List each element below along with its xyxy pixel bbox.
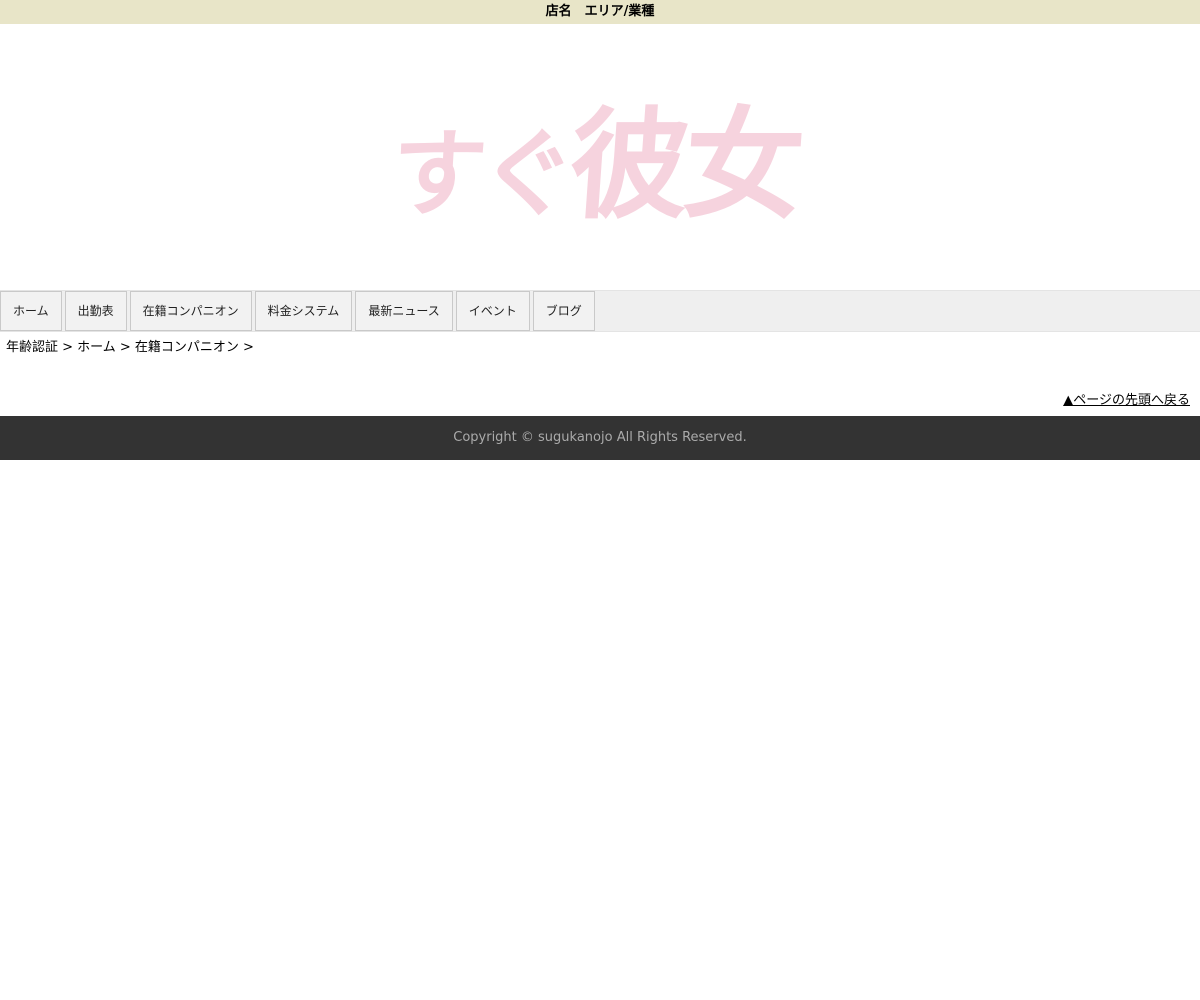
page-top-link[interactable]: ▲ページの先頭へ戻る bbox=[1063, 393, 1190, 408]
nav-item-home[interactable]: ホーム bbox=[0, 291, 62, 331]
nav-item-pricing[interactable]: 料金システム bbox=[254, 291, 353, 331]
site-logo[interactable]: すぐ彼女 bbox=[387, 92, 837, 242]
footer: Copyright © sugukanojo All Rights Reserv… bbox=[0, 416, 1200, 460]
nav-item-schedule[interactable]: 出勤表 bbox=[64, 291, 127, 331]
breadcrumb-text[interactable]: 年齢認証 > ホーム > 在籍コンパニオン > bbox=[6, 340, 254, 355]
breadcrumb: 年齢認証 > ホーム > 在籍コンパニオン > bbox=[0, 332, 1200, 360]
main-nav: ホーム 出勤表 在籍コンパニオン 料金システム 最新ニュース イベント ブログ bbox=[0, 290, 1200, 332]
nav-item-news[interactable]: 最新ニュース bbox=[355, 291, 453, 331]
nav-item-events[interactable]: イベント bbox=[455, 291, 530, 331]
top-info-bar: 店名 エリア/業種 bbox=[0, 0, 1200, 24]
logo-area: すぐ彼女 bbox=[0, 24, 1200, 290]
page-top-row: ▲ページの先頭へ戻る bbox=[1063, 389, 1190, 408]
nav-item-blog[interactable]: ブログ bbox=[532, 291, 595, 331]
nav-item-companions[interactable]: 在籍コンパニオン bbox=[129, 291, 252, 331]
copyright-text: Copyright © sugukanojo All Rights Reserv… bbox=[453, 430, 747, 445]
shop-name-area-label: 店名 エリア/業種 bbox=[545, 4, 655, 19]
